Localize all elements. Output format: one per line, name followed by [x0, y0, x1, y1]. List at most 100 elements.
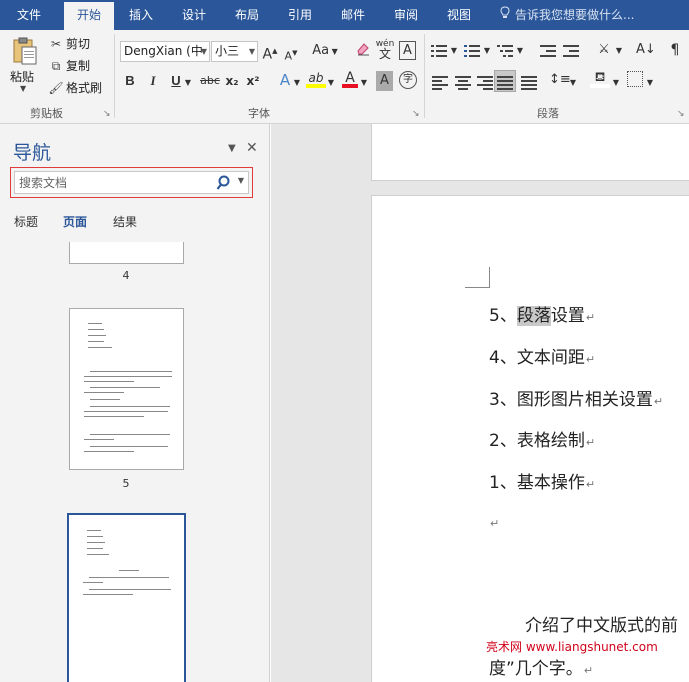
enclose-characters-button[interactable]: 字: [399, 71, 417, 89]
justify-button[interactable]: [494, 70, 516, 92]
tab-home[interactable]: 开始: [64, 2, 114, 30]
search-box-highlight: ▼: [10, 167, 253, 198]
page-thumbnail[interactable]: [69, 308, 184, 470]
font-size-value: 小三: [215, 44, 240, 58]
line-spacing-icon[interactable]: ↕≡: [549, 70, 571, 90]
chevron-down-icon[interactable]: ▼: [449, 41, 459, 61]
character-border-button[interactable]: A: [399, 41, 416, 60]
paste-button[interactable]: 粘贴: [10, 68, 34, 85]
copy-button[interactable]: ⧉ 复制: [48, 57, 90, 75]
nav-options-icon[interactable]: ▼: [228, 143, 236, 154]
document-line[interactable]: 2、表格绘制↵: [489, 426, 595, 451]
strikethrough-button[interactable]: abc: [199, 71, 221, 91]
tab-file[interactable]: 文件: [0, 0, 58, 30]
align-right-icon[interactable]: [477, 75, 493, 90]
document-area[interactable]: 5、段落设置↵ 4、文本间距↵ 3、图形图片相关设置↵ 2、表格绘制↵ 1、基本…: [271, 124, 689, 682]
document-line[interactable]: 5、段落设置↵: [489, 301, 595, 326]
nav-tab-headings[interactable]: 标题: [14, 213, 38, 230]
multilevel-list-icon[interactable]: [497, 44, 513, 58]
chevron-down-icon[interactable]: ▼: [183, 73, 193, 93]
paste-icon[interactable]: [12, 36, 38, 66]
chevron-down-icon[interactable]: ▼: [568, 73, 578, 93]
paint-bucket-icon[interactable]: ⛾: [590, 68, 610, 88]
font-size-select[interactable]: 小三 ▼: [211, 41, 258, 62]
paragraph-mark-icon: ↵: [490, 517, 500, 530]
tell-me-text: 告诉我您想要做什么...: [515, 8, 635, 22]
clipboard-group-label: 剪贴板: [30, 107, 63, 120]
grow-font-button[interactable]: A▲: [262, 41, 278, 63]
empty-paragraph[interactable]: ↵: [489, 512, 499, 532]
ribbon: 粘贴 ▼ ✂ 剪切 ⧉ 复制 🖌 格式刷 剪贴板 ↘ DengXian (中 ▼ 小三 ▼…: [0, 30, 689, 124]
search-input[interactable]: [19, 174, 209, 192]
tab-review[interactable]: 审阅: [383, 0, 429, 30]
nav-tab-pages[interactable]: 页面: [63, 213, 87, 230]
increase-indent-icon[interactable]: [563, 44, 579, 58]
chevron-down-icon[interactable]: ▼: [645, 73, 655, 93]
highlight-color-button[interactable]: ab: [306, 68, 326, 88]
chevron-down-icon[interactable]: ▼: [611, 73, 621, 93]
underline-button[interactable]: U: [168, 71, 184, 91]
tab-view[interactable]: 视图: [436, 0, 482, 30]
chevron-down-icon[interactable]: ▼: [238, 176, 244, 185]
shrink-font-button[interactable]: A▼: [284, 43, 298, 63]
clear-formatting-icon[interactable]: [354, 41, 372, 61]
page-thumbnail-selected[interactable]: [67, 513, 186, 682]
font-group-label: 字体: [248, 107, 270, 120]
tab-mailings[interactable]: 邮件: [330, 0, 376, 30]
paragraph-launcher-icon[interactable]: ↘: [677, 109, 685, 119]
numbering-icon[interactable]: [464, 44, 480, 58]
search-icon[interactable]: [216, 175, 230, 191]
lightbulb-icon: [498, 0, 512, 30]
document-line[interactable]: 4、文本间距↵: [489, 343, 595, 368]
asian-layout-icon[interactable]: ⚔: [593, 40, 615, 60]
document-line[interactable]: 1、基本操作↵: [489, 468, 595, 493]
paintbrush-icon: 🖌: [48, 81, 64, 95]
chevron-down-icon[interactable]: ▼: [359, 73, 369, 93]
chevron-down-icon[interactable]: ▼: [292, 73, 302, 93]
cut-button[interactable]: ✂ 剪切: [48, 35, 90, 53]
document-paragraph[interactable]: 度”几个字。↵: [489, 654, 593, 679]
tab-design[interactable]: 设计: [171, 0, 217, 30]
page-thumbnail[interactable]: [69, 242, 184, 264]
decrease-indent-icon[interactable]: [540, 44, 556, 58]
paste-dropdown-icon[interactable]: ▼: [20, 84, 26, 93]
sort-icon[interactable]: A↓: [636, 40, 656, 60]
align-center-icon[interactable]: [455, 75, 471, 90]
align-left-icon[interactable]: [432, 75, 448, 90]
document-line[interactable]: 3、图形图片相关设置↵: [489, 385, 663, 410]
selected-text[interactable]: 段落: [516, 306, 551, 326]
bullets-icon[interactable]: [431, 44, 447, 58]
phonetic-guide-button[interactable]: wén 文: [375, 39, 395, 60]
subscript-button[interactable]: x₂: [224, 71, 240, 91]
font-color-button[interactable]: A: [342, 68, 358, 88]
superscript-button[interactable]: x²: [245, 71, 261, 91]
tab-insert[interactable]: 插入: [118, 0, 164, 30]
character-shading-button[interactable]: A: [376, 71, 393, 91]
chevron-down-icon[interactable]: ▼: [326, 73, 336, 93]
nav-title: 导航: [13, 142, 52, 164]
borders-icon[interactable]: [627, 71, 643, 87]
font-name-select[interactable]: DengXian (中 ▼: [120, 41, 210, 62]
tab-references[interactable]: 引用: [277, 0, 323, 30]
italic-button[interactable]: I: [145, 71, 161, 91]
close-icon[interactable]: ✕: [246, 140, 258, 156]
nav-tab-results[interactable]: 结果: [113, 213, 137, 230]
search-field[interactable]: ▼: [14, 171, 249, 194]
change-case-button[interactable]: Aa ▼: [310, 41, 340, 61]
format-painter-label: 格式刷: [66, 81, 103, 95]
show-marks-icon[interactable]: ¶: [667, 40, 683, 60]
clipboard-launcher-icon[interactable]: ↘: [103, 109, 111, 119]
format-painter-button[interactable]: 🖌 格式刷: [48, 79, 102, 97]
bold-button[interactable]: B: [122, 71, 138, 91]
chevron-down-icon[interactable]: ▼: [482, 41, 492, 61]
text-effects-button[interactable]: A: [277, 70, 293, 90]
chevron-down-icon[interactable]: ▼: [614, 41, 624, 61]
distributed-icon[interactable]: [521, 75, 537, 90]
tell-me-box[interactable]: 告诉我您想要做什么...: [498, 0, 634, 30]
document-paragraph[interactable]: 介绍了中文版式的前: [525, 611, 678, 636]
chevron-down-icon[interactable]: ▼: [515, 41, 525, 61]
font-launcher-icon[interactable]: ↘: [412, 109, 420, 119]
chevron-down-icon: ▼: [248, 47, 255, 56]
tab-layout[interactable]: 布局: [224, 0, 270, 30]
margin-corner-mark: [465, 287, 490, 288]
